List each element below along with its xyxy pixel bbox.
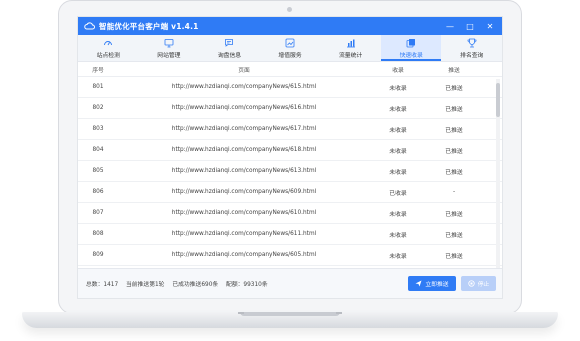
- row-id: 809: [92, 252, 104, 258]
- maximize-button[interactable]: □: [460, 17, 480, 35]
- table-row[interactable]: 807 http://www.hzdianqi.com/companyNews/…: [78, 203, 502, 224]
- row-included: 未收录: [389, 232, 407, 239]
- window-controls: — □ ✕: [440, 17, 500, 35]
- tab-label: 快速收录: [399, 52, 423, 59]
- row-id: 801: [92, 84, 104, 90]
- minimize-button[interactable]: —: [440, 17, 460, 35]
- tab-label: 网站管理: [157, 52, 181, 59]
- laptop-notch: [240, 312, 340, 316]
- gauge-icon: [104, 40, 113, 45]
- tab-traffic-stats[interactable]: 流量统计: [320, 35, 381, 61]
- vertical-scrollbar[interactable]: [496, 79, 500, 269]
- row-pushed: 已推送: [445, 106, 463, 113]
- app-title: 智能优化平台客户端 v1.4.1: [99, 21, 199, 31]
- row-pushed: 已推送: [445, 148, 463, 155]
- row-url: http://www.hzdianqi.com/companyNews/609.…: [171, 189, 317, 195]
- camera-dot: [287, 7, 292, 12]
- total-count: 总数：1417: [86, 282, 119, 288]
- row-url: http://www.hzdianqi.com/companyNews/617.…: [171, 126, 317, 132]
- row-pushed: 已推送: [445, 253, 463, 260]
- main-toolbar: 站点检测 网站管理 询盘信息 增值服务 流量统计 快速收录 排名查询: [78, 35, 502, 62]
- tab-label: 站点检测: [96, 52, 120, 59]
- status-footer: 总数：1417 当前推送第1轮 已成功推送690条 配额：99310条 立即推送…: [78, 268, 502, 298]
- laptop-foot: [238, 312, 244, 314]
- tab-ranking[interactable]: 排名查询: [441, 35, 502, 61]
- tab-site-manage[interactable]: 网站管理: [139, 35, 200, 61]
- row-id: 808: [92, 231, 104, 237]
- table-row[interactable]: 806 http://www.hzdianqi.com/companyNews/…: [78, 182, 502, 203]
- tab-site-check[interactable]: 站点检测: [78, 35, 139, 61]
- edit-chart-icon: [285, 38, 295, 47]
- title-bar: 智能优化平台客户端 v1.4.1 — □ ✕: [78, 17, 502, 35]
- row-pushed: 已推送: [445, 85, 463, 92]
- row-included: 未收录: [389, 211, 407, 218]
- row-url: http://www.hzdianqi.com/companyNews/616.…: [171, 105, 317, 111]
- row-id: 802: [92, 105, 104, 111]
- monitor-icon: [164, 38, 174, 47]
- row-id: 803: [92, 126, 104, 132]
- table-row[interactable]: 805 http://www.hzdianqi.com/companyNews/…: [78, 161, 502, 182]
- bar-chart-icon: [346, 39, 355, 47]
- table-row[interactable]: 804 http://www.hzdianqi.com/companyNews/…: [78, 140, 502, 161]
- table-row[interactable]: 803 http://www.hzdianqi.com/companyNews/…: [78, 119, 502, 140]
- tab-value-added[interactable]: 增值服务: [260, 35, 321, 61]
- table-header: 序号 页面 收录 推送: [78, 62, 502, 77]
- tab-fast-index[interactable]: 快速收录: [380, 35, 442, 61]
- success-count: 已成功推送690条: [172, 282, 219, 288]
- tab-label: 流量统计: [339, 52, 363, 59]
- quota: 配额：99310条: [226, 282, 268, 288]
- row-id: 805: [92, 168, 104, 174]
- stop-label: 停止: [477, 282, 490, 288]
- row-url: http://www.hzdianqi.com/companyNews/618.…: [171, 147, 317, 153]
- row-url: http://www.hzdianqi.com/companyNews/615.…: [171, 84, 317, 90]
- col-header-included[interactable]: 收录: [370, 65, 426, 74]
- send-icon: [415, 280, 422, 287]
- row-included: 未收录: [389, 253, 407, 260]
- row-included: 未收录: [389, 127, 407, 134]
- row-included: 未收录: [389, 106, 407, 113]
- laptop-foot: [336, 312, 342, 314]
- app-window: 智能优化平台客户端 v1.4.1 — □ ✕ 站点检测 网站管理 询盘信息 增值…: [78, 17, 502, 298]
- row-included: 已收录: [389, 190, 407, 197]
- table-row[interactable]: 802 http://www.hzdianqi.com/companyNews/…: [78, 98, 502, 119]
- copy-icon: [406, 38, 416, 47]
- row-pushed: 已推送: [445, 127, 463, 134]
- push-now-button[interactable]: 立即推送: [408, 276, 456, 291]
- row-id: 806: [92, 189, 104, 195]
- current-round: 当前推送第1轮: [126, 282, 165, 288]
- row-id: 804: [92, 147, 104, 153]
- stop-icon: [468, 280, 475, 287]
- row-pushed: 已推送: [445, 211, 463, 218]
- stop-button[interactable]: 停止: [461, 276, 496, 291]
- chat-icon: [225, 38, 234, 47]
- row-url: http://www.hzdianqi.com/companyNews/613.…: [171, 168, 317, 174]
- table-row[interactable]: 809 http://www.hzdianqi.com/companyNews/…: [78, 245, 502, 266]
- scrollbar-thumb[interactable]: [496, 83, 500, 117]
- close-button[interactable]: ✕: [480, 17, 500, 35]
- row-pushed: -: [452, 189, 456, 195]
- push-now-label: 立即推送: [425, 282, 449, 288]
- trophy-icon: [467, 38, 477, 47]
- tab-label: 增值服务: [278, 52, 302, 59]
- row-included: 未收录: [389, 85, 407, 92]
- col-header-page[interactable]: 页面: [118, 65, 370, 74]
- col-header-pushed[interactable]: 推送: [426, 65, 482, 74]
- cloud-logo-icon: [84, 22, 95, 30]
- row-included: 未收录: [389, 148, 407, 155]
- push-stats: 总数：1417 当前推送第1轮 已成功推送690条 配额：99310条: [86, 279, 274, 288]
- table-row[interactable]: 808 http://www.hzdianqi.com/companyNews/…: [78, 224, 502, 245]
- row-url: http://www.hzdianqi.com/companyNews/605.…: [171, 252, 317, 258]
- col-header-id[interactable]: 序号: [78, 65, 118, 74]
- row-url: http://www.hzdianqi.com/companyNews/611.…: [171, 231, 317, 237]
- row-pushed: 已推送: [445, 232, 463, 239]
- row-included: 未收录: [389, 169, 407, 176]
- tab-label: 询盘信息: [217, 52, 242, 59]
- tab-inquiry[interactable]: 询盘信息: [199, 35, 260, 61]
- row-url: http://www.hzdianqi.com/companyNews/610.…: [171, 210, 317, 216]
- tab-label: 排名查询: [460, 52, 484, 59]
- row-id: 807: [92, 210, 104, 216]
- row-pushed: 已推送: [445, 169, 463, 176]
- table-row[interactable]: 801 http://www.hzdianqi.com/companyNews/…: [78, 77, 502, 98]
- table-body: 801 http://www.hzdianqi.com/companyNews/…: [78, 77, 502, 267]
